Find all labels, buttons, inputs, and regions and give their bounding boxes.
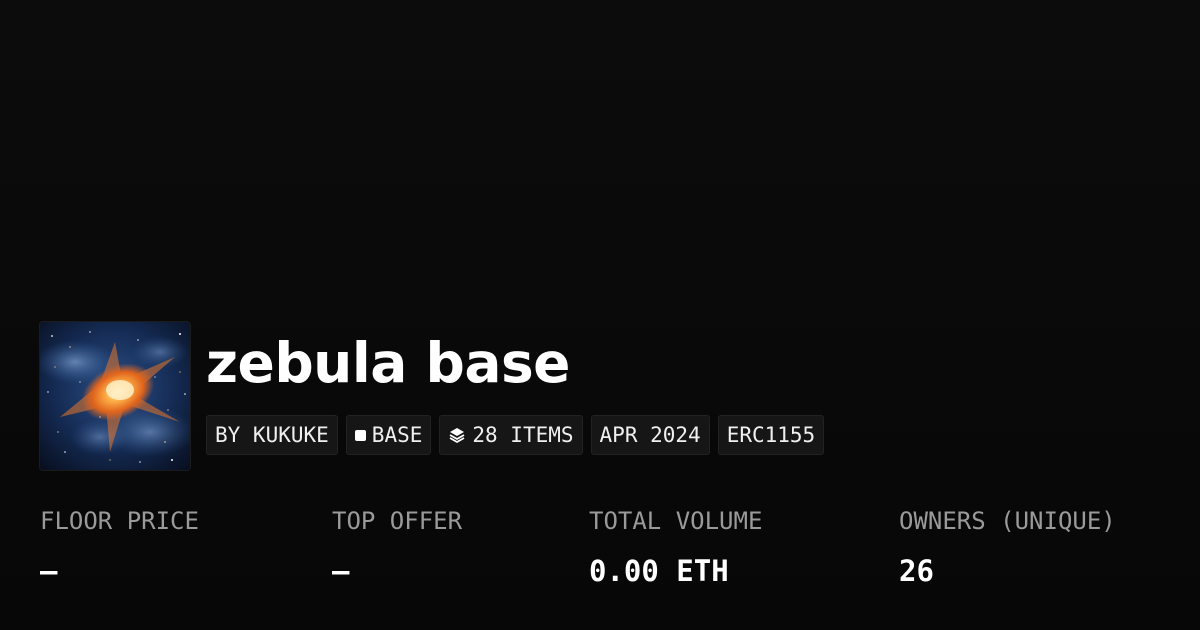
stat-label: TOP OFFER: [332, 507, 463, 535]
stat-owners: OWNERS (UNIQUE) 26: [899, 505, 1116, 587]
stat-value: 26: [899, 554, 934, 588]
stat-label: FLOOR PRICE: [40, 507, 199, 535]
stat-total-volume: TOTAL VOLUME 0.00 ETH: [589, 505, 762, 587]
collection-stats: FLOOR PRICE – TOP OFFER – TOTAL VOLUME 0…: [0, 0, 1200, 630]
stat-value: 0.00 ETH: [589, 554, 729, 588]
stat-label: TOTAL VOLUME: [589, 507, 763, 535]
stat-value: –: [40, 554, 58, 588]
stat-label: OWNERS (UNIQUE): [899, 507, 1116, 535]
stat-value: –: [332, 554, 350, 588]
stat-top-offer: TOP OFFER –: [332, 505, 462, 587]
stat-floor-price: FLOOR PRICE –: [40, 505, 199, 587]
